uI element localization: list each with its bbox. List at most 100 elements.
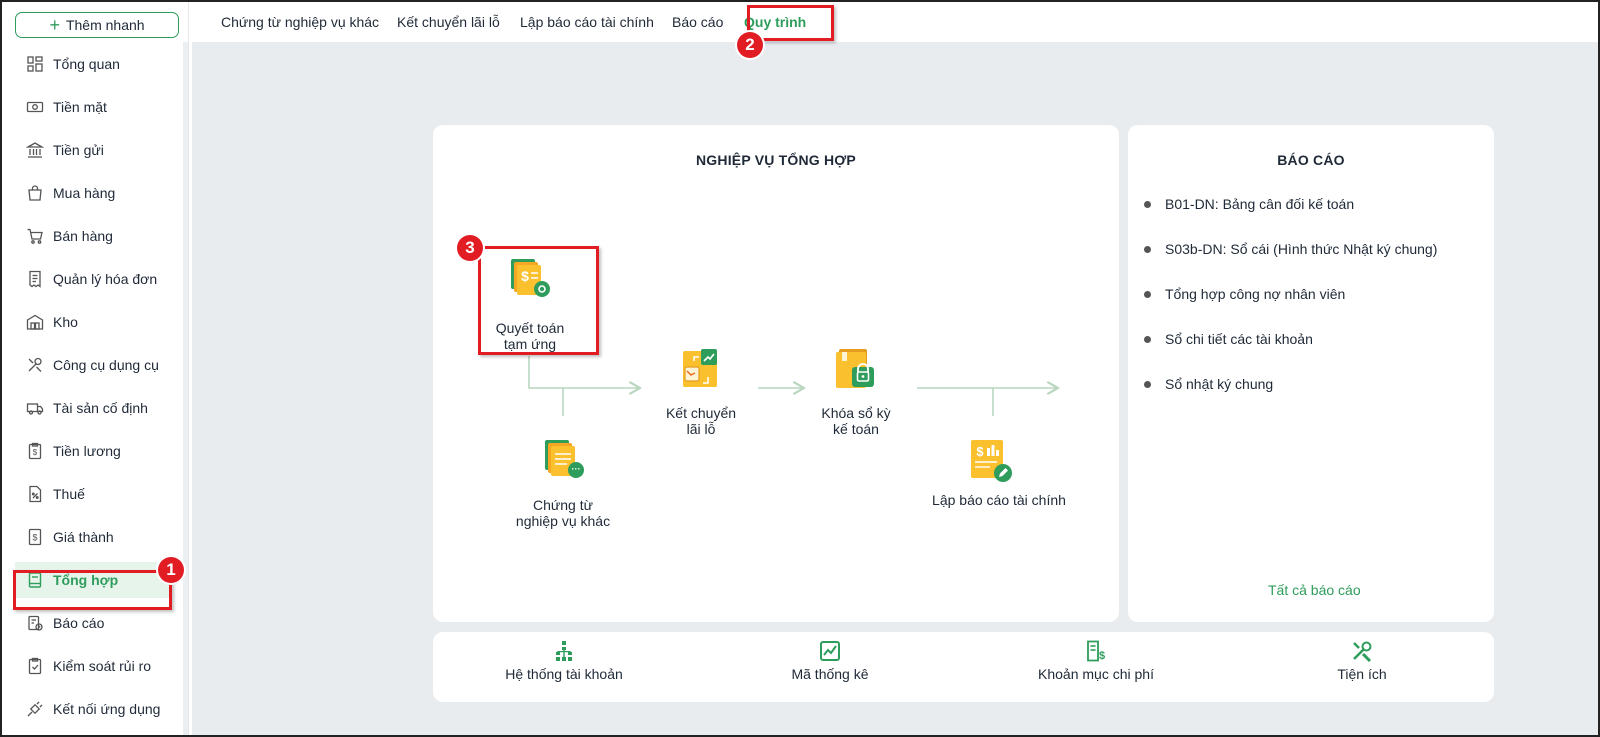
tool-expense-items[interactable]: $ Khoản mục chi phí: [996, 640, 1196, 684]
svg-text:···: ···: [572, 464, 581, 474]
annotation-badge-2: 2: [737, 32, 763, 58]
report-link-text: S03b-DN: Sổ cái (Hình thức Nhật ký chung…: [1165, 241, 1438, 257]
sidebar-item-label: Thuế: [53, 486, 85, 502]
profit-transfer-text: Kết chuyển lãi lỗ: [665, 405, 737, 437]
sidebar-item-label: Kết nối ứng dụng: [53, 701, 161, 717]
report-link-text: B01-DN: Bảng cân đối kế toán: [1165, 196, 1355, 212]
tab-reports[interactable]: Báo cáo: [672, 14, 723, 30]
tab-other-vouchers[interactable]: Chứng từ nghiệp vụ khác: [221, 14, 379, 30]
process-card: NGHIỆP VỤ TỔNG HỢP: [433, 125, 1119, 622]
account-tree-icon: [556, 641, 572, 661]
settle-advance-text: Quyết toán tạm ứng: [495, 320, 565, 352]
sidebar-item-label: Giá thành: [53, 529, 114, 545]
sidebar-item-label: Quản lý hóa đơn: [53, 271, 158, 287]
svg-text:$: $: [976, 444, 984, 459]
sidebar-item-reports[interactable]: Báo cáo: [15, 605, 169, 641]
lock-period-text: Khóa sổ kỳ kế toán: [821, 405, 891, 437]
profit-transfer-icon[interactable]: [679, 347, 723, 391]
process-title: NGHIỆP VỤ TỔNG HỢP: [696, 152, 856, 168]
sidebar-item-fixed-assets[interactable]: Tài sản cố định: [15, 390, 169, 426]
lock-period-icon[interactable]: [833, 347, 879, 391]
svg-text:$: $: [521, 268, 529, 284]
utility-tools-icon: [1353, 641, 1372, 662]
quick-add-label: Thêm nhanh: [65, 17, 145, 33]
svg-text:$: $: [32, 533, 37, 543]
settle-advance-label[interactable]: Quyết toán tạm ứng: [480, 320, 580, 352]
sidebar-item-cash[interactable]: Tiền mặt: [15, 89, 169, 125]
sidebar-item-app-connect[interactable]: Kết nối ứng dụng: [15, 691, 169, 727]
sidebar-item-label: Công cụ dụng cụ: [53, 357, 159, 373]
book-icon: [26, 571, 44, 589]
report-link-general-ledger[interactable]: S03b-DN: Sổ cái (Hình thức Nhật ký chung…: [1144, 241, 1437, 257]
sidebar-item-risk-control[interactable]: Kiểm soát rủi ro: [15, 648, 169, 684]
financial-report-label[interactable]: Lập báo cáo tài chính: [924, 492, 1074, 508]
sidebar-item-general[interactable]: Tổng hợp: [15, 562, 169, 598]
settle-advance-icon[interactable]: $: [509, 257, 553, 301]
clipboard-check-icon: [26, 657, 44, 675]
sidebar-item-purchase[interactable]: Mua hàng: [15, 175, 169, 211]
financial-report-text: Lập báo cáo tài chính: [932, 492, 1066, 508]
annotation-badge-1: 1: [158, 557, 184, 583]
sidebar-item-warehouse[interactable]: Kho: [15, 304, 169, 340]
sidebar-item-label: Tiền gửi: [53, 142, 104, 158]
lock-period-label[interactable]: Khóa sổ kỳ kế toán: [806, 405, 906, 437]
warehouse-icon: [26, 313, 44, 331]
tab-financial-report[interactable]: Lập báo cáo tài chính: [520, 14, 654, 30]
tab-process[interactable]: Quy trình: [744, 14, 806, 30]
sidebar-item-tools[interactable]: Công cụ dụng cụ: [15, 347, 169, 383]
truck-icon: [26, 399, 44, 417]
tool-label: Mã thống kê: [791, 666, 869, 682]
plug-icon: [26, 700, 44, 718]
chart-icon: [820, 641, 840, 661]
report-link-balance-sheet[interactable]: B01-DN: Bảng cân đối kế toán: [1144, 196, 1354, 212]
profit-transfer-label[interactable]: Kết chuyển lãi lỗ: [650, 405, 752, 437]
tool-account-system[interactable]: Hệ thống tài khoản: [464, 640, 664, 684]
sidebar-item-invoices[interactable]: Quản lý hóa đơn: [15, 261, 169, 297]
cart-icon: [26, 227, 44, 245]
tool-statistic-code[interactable]: Mã thống kê: [730, 640, 930, 684]
cost-icon: $: [26, 528, 44, 546]
sidebar-item-deposit[interactable]: Tiền gửi: [15, 132, 169, 168]
other-vouchers-icon[interactable]: ···: [543, 438, 587, 482]
report-link-account-detail[interactable]: Sổ chi tiết các tài khoản: [1144, 331, 1313, 347]
tax-icon: [26, 485, 44, 503]
report-link-text: Sổ nhật ký chung: [1165, 376, 1274, 392]
sidebar-item-label: Kiểm soát rủi ro: [53, 658, 152, 674]
payroll-icon: $: [26, 442, 44, 460]
sidebar-scrollbar[interactable]: [183, 42, 188, 735]
sidebar-item-label: Tổng hợp: [53, 572, 119, 588]
all-reports-link[interactable]: Tất cả báo cáo: [1268, 582, 1361, 598]
sidebar-item-cost[interactable]: $ Giá thành: [15, 519, 169, 555]
sidebar-item-payroll[interactable]: $ Tiền lương: [15, 433, 169, 469]
tool-label: Tiện ích: [1337, 666, 1387, 682]
tab-profit-transfer[interactable]: Kết chuyển lãi lỗ: [397, 14, 500, 30]
sidebar-item-label: Tiền lương: [53, 443, 121, 459]
shopping-bag-icon: [26, 184, 44, 202]
bullet: [1144, 335, 1151, 343]
report-link-text: Sổ chi tiết các tài khoản: [1165, 331, 1313, 347]
report-link-employee-debt[interactable]: Tổng hợp công nợ nhân viên: [1144, 286, 1345, 302]
reports-title: BÁO CÁO: [1277, 152, 1345, 168]
report-link-general-journal[interactable]: Sổ nhật ký chung: [1144, 376, 1273, 392]
sidebar-item-overview[interactable]: Tổng quan: [15, 46, 169, 82]
expense-doc-icon: $: [1087, 640, 1105, 662]
sidebar-item-tax[interactable]: Thuế: [15, 476, 169, 512]
other-vouchers-label[interactable]: Chứng từ nghiệp vụ khác: [503, 497, 623, 529]
sidebar-item-sales[interactable]: Bán hàng: [15, 218, 169, 254]
sidebar-item-label: Báo cáo: [53, 615, 105, 631]
sidebar-item-label: Mua hàng: [53, 185, 116, 201]
svg-text:$: $: [1099, 650, 1105, 662]
tool-label: Khoản mục chi phí: [1038, 666, 1154, 682]
sidebar-item-label: Tiền mặt: [53, 99, 107, 115]
sidebar-item-label: Bán hàng: [53, 228, 113, 244]
financial-report-icon[interactable]: $: [968, 438, 1014, 484]
bullet: [1144, 290, 1151, 298]
tool-label: Hệ thống tài khoản: [505, 666, 623, 682]
annotation-badge-3: 3: [457, 235, 483, 261]
report-link-text: Tổng hợp công nợ nhân viên: [1165, 286, 1346, 302]
tools-icon: [26, 356, 44, 374]
dashboard-icon: [26, 55, 44, 73]
quick-add-button[interactable]: + Thêm nhanh: [15, 12, 179, 38]
top-navigation: Chứng từ nghiệp vụ khác Kết chuyển lãi l…: [189, 2, 1598, 42]
tool-utilities[interactable]: Tiện ích: [1262, 640, 1462, 684]
